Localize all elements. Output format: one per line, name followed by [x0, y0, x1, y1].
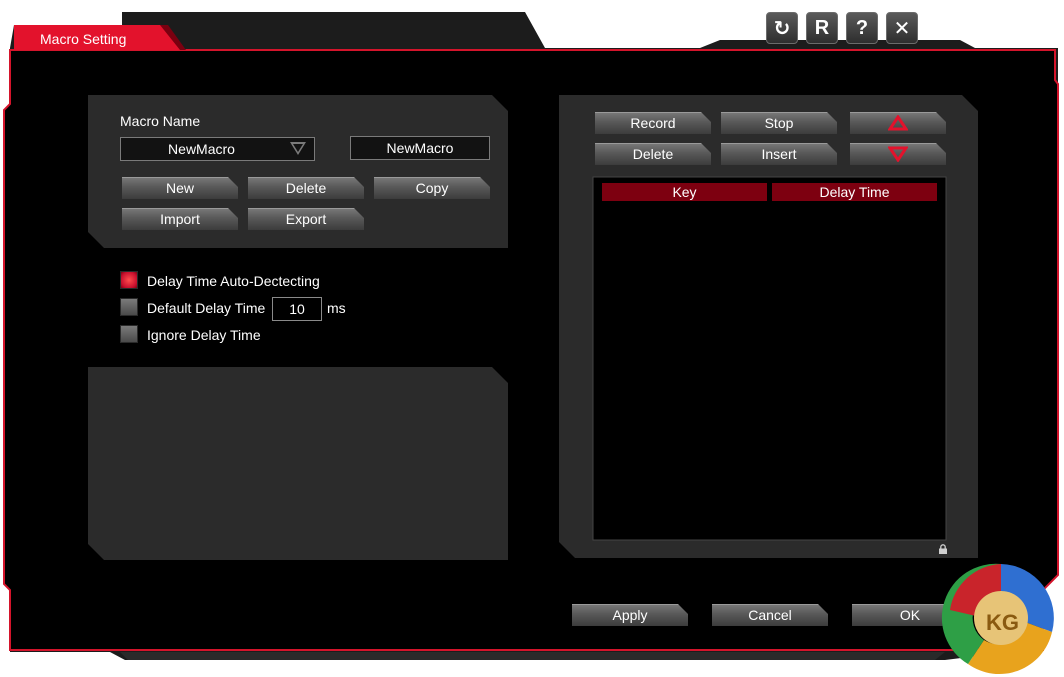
delay-auto-detect-label: Delay Time Auto-Dectecting — [147, 273, 320, 289]
macro-select[interactable]: NewMacro — [120, 137, 315, 161]
refresh-icon: ↻ — [773, 17, 791, 40]
reset-icon: R — [814, 16, 830, 39]
close-button[interactable]: ✕ — [886, 12, 918, 44]
move-up-button[interactable] — [850, 112, 946, 134]
svg-text:KG: KG — [986, 610, 1019, 635]
default-delay-value: 10 — [289, 301, 305, 317]
delete-macro-button[interactable]: Delete — [248, 177, 364, 199]
refresh-button[interactable]: ↻ — [766, 12, 798, 44]
default-delay-label: Default Delay Time — [147, 300, 266, 316]
macro-preview-panel — [88, 367, 508, 560]
column-header-delay-time: Delay Time — [772, 183, 937, 201]
triangle-up-icon — [888, 115, 908, 131]
new-macro-button[interactable]: New — [122, 177, 238, 199]
delete-event-button[interactable]: Delete — [595, 143, 711, 165]
watermark-logo: KG — [941, 563, 1054, 675]
chevron-down-icon — [290, 142, 306, 155]
default-delay-checkbox[interactable] — [120, 298, 138, 316]
macro-name-input[interactable]: NewMacro — [350, 136, 490, 160]
delay-auto-detect-checkbox[interactable] — [120, 271, 138, 289]
export-macro-button[interactable]: Export — [248, 208, 364, 230]
triangle-down-icon — [888, 146, 908, 162]
macro-setting-window: Macro Setting ↻ R ? ✕ Macro Name NewMacr… — [0, 0, 1064, 677]
move-down-button[interactable] — [850, 143, 946, 165]
insert-event-button[interactable]: Insert — [721, 143, 837, 165]
macro-name-input-value: NewMacro — [386, 140, 454, 156]
macro-select-value: NewMacro — [168, 141, 235, 157]
macro-name-label: Macro Name — [120, 113, 201, 129]
delay-unit-label: ms — [327, 300, 346, 316]
window-title: Macro Setting — [40, 31, 127, 47]
cancel-button[interactable]: Cancel — [712, 604, 828, 626]
help-button[interactable]: ? — [846, 12, 878, 44]
help-icon: ? — [855, 16, 869, 39]
ignore-delay-checkbox[interactable] — [120, 325, 138, 343]
record-button[interactable]: Record — [595, 112, 711, 134]
ignore-delay-label: Ignore Delay Time — [147, 327, 261, 343]
column-header-key: Key — [602, 183, 767, 201]
import-macro-button[interactable]: Import — [122, 208, 238, 230]
event-list-area — [592, 176, 947, 541]
close-icon: ✕ — [893, 17, 911, 40]
copy-macro-button[interactable]: Copy — [374, 177, 490, 199]
stop-button[interactable]: Stop — [721, 112, 837, 134]
reset-button[interactable]: R — [806, 12, 838, 44]
lock-icon — [939, 544, 947, 554]
default-delay-input[interactable]: 10 — [272, 297, 322, 321]
apply-button[interactable]: Apply — [572, 604, 688, 626]
